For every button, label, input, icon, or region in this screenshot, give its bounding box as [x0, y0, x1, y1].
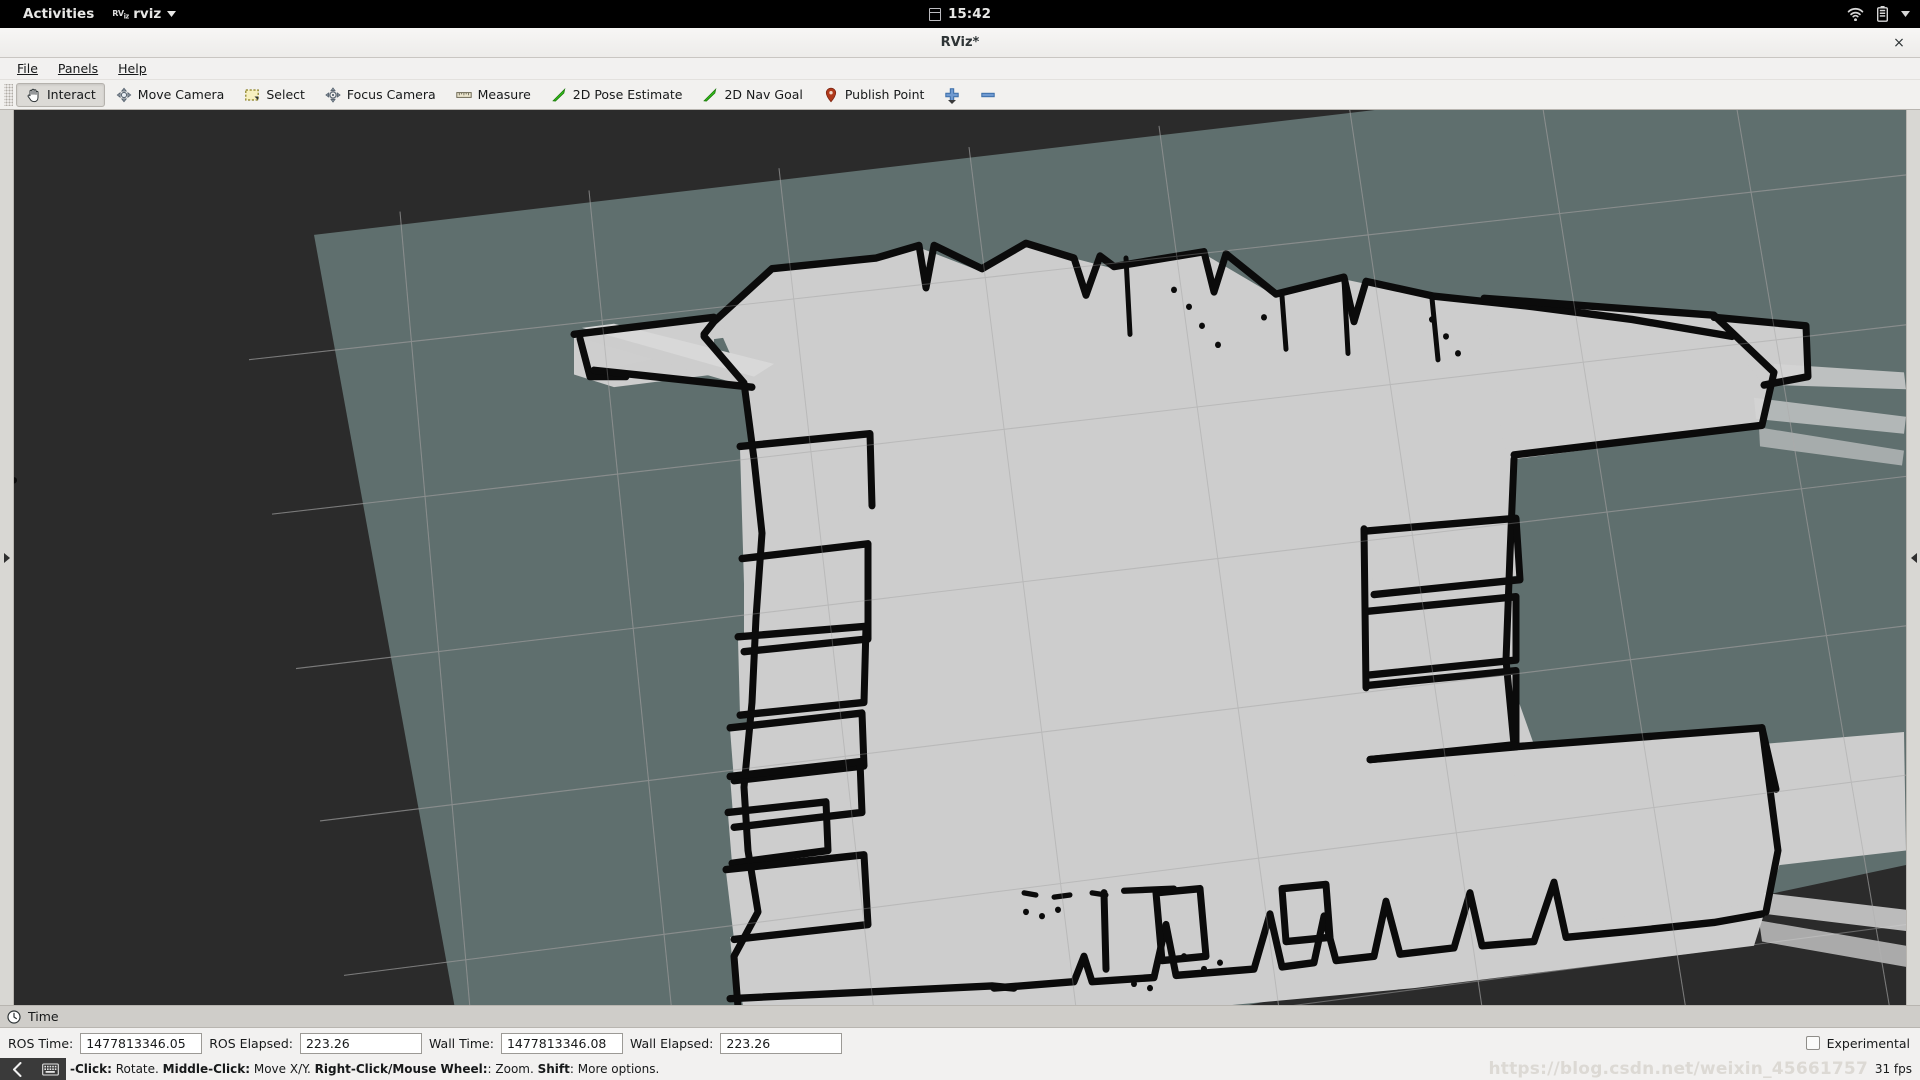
clock-label: 15:42 [948, 6, 991, 22]
tool-measure-label: Measure [477, 87, 531, 102]
tool-publish-point-label: Publish Point [844, 87, 925, 102]
activities-label: Activities [23, 6, 95, 22]
ros-elapsed-field[interactable] [299, 1032, 422, 1054]
chevron-down-icon [167, 11, 177, 17]
tool-move-camera-button[interactable]: Move Camera [107, 83, 234, 107]
main-area [0, 110, 1920, 1005]
tool-focus-camera-button[interactable]: Focus Camera [316, 83, 445, 107]
menu-panels[interactable]: Panels [49, 59, 107, 78]
remove-tool-button[interactable] [971, 83, 1005, 107]
tool-focus-camera-label: Focus Camera [346, 87, 436, 102]
occupancy-grid-render [14, 110, 1906, 1005]
hand-cursor-icon [27, 88, 39, 102]
back-arrow-icon[interactable] [0, 1058, 34, 1080]
left-panel-expander[interactable] [0, 110, 14, 1005]
time-fields-row: ROS Time: ROS Elapsed: Wall Time: Wall E… [0, 1028, 1920, 1058]
keyboard-icon[interactable] [34, 1058, 66, 1080]
tool-bar: Interact Move Camera Select Focus Camera… [0, 80, 1920, 110]
minus-icon [981, 92, 996, 97]
window-titlebar: RViz* × [0, 28, 1920, 58]
experimental-checkbox-wrap[interactable]: Experimental [1805, 1035, 1910, 1051]
focus-camera-icon [325, 86, 341, 103]
wifi-icon [1847, 7, 1864, 21]
nav-goal-arrow-icon [703, 87, 717, 101]
calendar-icon [929, 7, 942, 21]
gnome-top-bar-left: Activities RViz rviz [0, 2, 185, 26]
move-camera-icon [116, 87, 132, 102]
window-title: RViz* [940, 35, 980, 50]
menu-panels-label: Panels [57, 61, 99, 76]
wall-time-label: Wall Time: [428, 1035, 494, 1051]
gnome-clock-button[interactable]: 15:42 [929, 6, 991, 22]
time-panel-header: Time [0, 1006, 1920, 1028]
wall-elapsed-field[interactable] [720, 1032, 843, 1054]
status-hint-prefix: -Click: [70, 1062, 112, 1076]
close-icon[interactable]: × [1888, 32, 1910, 54]
tool-select-button[interactable]: Select [235, 83, 314, 107]
ros-time-field[interactable] [80, 1032, 203, 1054]
ros-time-label: ROS Time: [8, 1035, 74, 1051]
status-hint-text: -Click: Rotate. Middle-Click: Move X/Y. … [66, 1062, 659, 1076]
fps-counter: 31 fps [1874, 1062, 1912, 1076]
3d-render-view[interactable] [14, 110, 1906, 1005]
tool-interact-label: Interact [47, 87, 96, 102]
map-pin-icon [825, 87, 836, 102]
tool-2d-pose-estimate-label: 2D Pose Estimate [572, 87, 683, 102]
chevron-down-icon [1901, 11, 1910, 17]
tool-publish-point-button[interactable]: Publish Point [814, 83, 934, 107]
watermark-text: https://blog.csdn.net/weixin_45661757 [1488, 1059, 1868, 1079]
app-menu-label: rviz [133, 6, 162, 22]
tool-select-label: Select [266, 87, 305, 102]
battery-icon [1877, 6, 1888, 22]
tool-move-camera-label: Move Camera [137, 87, 225, 102]
toolbar-drag-handle[interactable] [4, 83, 13, 106]
rviz-icon: RViz [112, 9, 129, 21]
ruler-icon [455, 91, 472, 98]
tool-interact-button[interactable]: Interact [16, 82, 105, 107]
toolbar-overflow-icon[interactable] [948, 100, 956, 104]
experimental-label: Experimental [1826, 1035, 1910, 1051]
menu-bar: File Panels Help [0, 58, 1920, 80]
rviz-window: RViz* × File Panels Help Interact Move C… [0, 28, 1920, 1080]
ros-elapsed-label: ROS Elapsed: [209, 1035, 293, 1051]
pose-arrow-icon [551, 87, 566, 101]
tool-2d-nav-goal-button[interactable]: 2D Nav Goal [693, 83, 811, 107]
menu-file-label: File [17, 61, 38, 76]
status-hint-b2: Middle-Click: [162, 1062, 251, 1076]
clock-icon [7, 1009, 21, 1024]
status-hint-b3: Right-Click/Mouse Wheel: [314, 1062, 488, 1076]
tool-2d-nav-goal-label: 2D Nav Goal [724, 87, 803, 102]
activities-button[interactable]: Activities [14, 2, 103, 26]
app-menu-button[interactable]: RViz rviz [103, 2, 185, 26]
status-hint-b4: Shift [537, 1062, 570, 1076]
status-hint-2: Move X/Y. [250, 1062, 315, 1076]
right-panel-expander[interactable] [1906, 110, 1920, 1005]
tool-measure-button[interactable]: Measure [447, 83, 540, 107]
menu-file[interactable]: File [8, 59, 47, 78]
expand-right-icon [3, 552, 10, 563]
status-bar: -Click: Rotate. Middle-Click: Move X/Y. … [0, 1058, 1920, 1080]
select-rectangle-icon [245, 88, 260, 101]
menu-help[interactable]: Help [109, 59, 156, 78]
status-hint-4: : More options. [569, 1062, 660, 1076]
status-hint-3: : Zoom. [487, 1062, 538, 1076]
gnome-top-bar: Activities RViz rviz 15:42 [0, 0, 1920, 28]
menu-help-label: Help [118, 61, 147, 76]
wall-elapsed-label: Wall Elapsed: [629, 1035, 714, 1051]
time-panel-title: Time [28, 1009, 59, 1024]
time-panel: Time ROS Time: ROS Elapsed: Wall Time: W… [0, 1005, 1920, 1058]
tool-2d-pose-estimate-button[interactable]: 2D Pose Estimate [542, 83, 692, 107]
wall-time-field[interactable] [500, 1032, 623, 1054]
experimental-checkbox[interactable] [1805, 1036, 1820, 1050]
gnome-system-tray[interactable] [1847, 6, 1910, 22]
status-hint-1: Rotate. [111, 1062, 163, 1076]
expand-left-icon [1910, 552, 1917, 563]
